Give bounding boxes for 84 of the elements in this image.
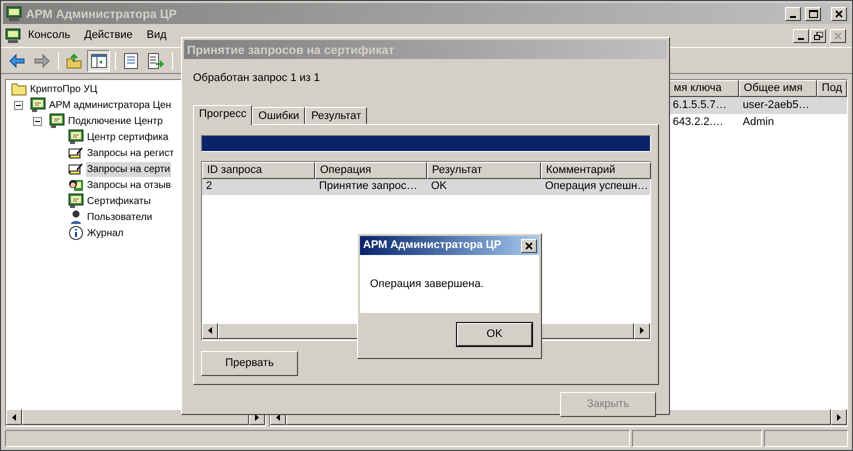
left-arrow-icon xyxy=(208,327,212,334)
column-header[interactable]: ID запроса xyxy=(202,162,315,178)
certificate-icon xyxy=(68,193,84,209)
tree-item[interactable]: Центр сертифика xyxy=(86,130,170,144)
scroll-left-button[interactable] xyxy=(202,322,218,338)
close-button[interactable] xyxy=(830,28,846,42)
table-row[interactable]: 2 Принятие запрос… OK Операция успешн… xyxy=(202,178,650,194)
minimize-icon xyxy=(790,16,796,18)
scroll-right-button[interactable] xyxy=(634,322,650,338)
console-tree-icon xyxy=(90,54,106,68)
toolbar-button[interactable] xyxy=(87,50,110,72)
maximize-button[interactable] xyxy=(805,6,821,20)
app-icon xyxy=(5,28,21,44)
table-cell-text: Операция успешн… xyxy=(544,179,650,194)
list-cell-text: Admin xyxy=(742,115,775,130)
close-icon xyxy=(834,32,842,40)
forward-arrow-icon xyxy=(34,54,50,68)
close-button[interactable] xyxy=(521,238,537,252)
left-arrow-icon xyxy=(276,414,280,420)
table-cell-text: 2 xyxy=(205,179,214,194)
properties-icon xyxy=(124,52,138,68)
tree-item[interactable]: КриптоПро УЦ xyxy=(29,82,98,96)
close-icon xyxy=(525,242,533,250)
tree-item[interactable]: Запросы на серти xyxy=(86,162,172,176)
table-cell-text: Принятие запрос… xyxy=(318,179,418,194)
info-icon xyxy=(68,225,84,241)
table-cell-text: OK xyxy=(430,179,448,194)
scroll-right-button[interactable] xyxy=(831,409,847,425)
abort-button[interactable]: Прервать xyxy=(201,350,298,376)
list-cell-text: user-2aeb5… xyxy=(742,98,810,114)
column-header[interactable]: мя ключа xyxy=(668,80,739,97)
folder-icon xyxy=(11,82,27,96)
person-certificate-icon xyxy=(68,177,84,193)
restore-button[interactable] xyxy=(810,28,826,42)
tree-item[interactable]: Сертификаты xyxy=(86,194,152,208)
tree-item[interactable]: АРМ администратора Цен xyxy=(48,98,172,112)
right-arrow-icon xyxy=(254,414,259,420)
minimize-button[interactable] xyxy=(785,6,801,20)
tree-item[interactable]: Запросы на отзыв xyxy=(86,178,172,192)
restore-icon xyxy=(814,32,822,40)
maximize-icon xyxy=(808,10,818,18)
column-header[interactable]: Результат xyxy=(427,162,541,178)
certificate-icon xyxy=(30,97,46,113)
menu-item[interactable]: Вид xyxy=(140,27,174,44)
right-arrow-icon xyxy=(837,414,841,420)
menu-item[interactable]: Действие xyxy=(77,27,140,44)
tree-item[interactable]: Журнал xyxy=(86,226,124,240)
left-arrow-icon xyxy=(12,414,16,420)
collapse-icon[interactable] xyxy=(14,100,23,110)
list-cell-text: 6.1.5.5.7… xyxy=(672,98,728,114)
close-button[interactable] xyxy=(831,6,847,20)
column-header[interactable]: Операция xyxy=(315,162,427,178)
tab[interactable]: Ошибки xyxy=(252,106,306,124)
folder-up-icon xyxy=(66,52,82,68)
list-cell-text: 643.2.2.… xyxy=(672,115,725,130)
message-text: Операция завершена. xyxy=(370,276,484,292)
column-header[interactable]: Комментарий xyxy=(541,162,651,178)
window-title: АРМ Администратора ЦР xyxy=(26,6,177,22)
message-box-title: АРМ Администратора ЦР xyxy=(363,238,502,254)
status-text: Обработан запрос 1 из 1 xyxy=(193,71,321,86)
collapse-icon[interactable] xyxy=(33,116,42,126)
tab[interactable]: Прогресс xyxy=(193,104,252,124)
user-icon xyxy=(68,209,84,225)
export-list-icon xyxy=(148,52,164,68)
column-header[interactable]: Под xyxy=(816,80,847,97)
scroll-left-button[interactable] xyxy=(6,409,22,425)
tab[interactable]: Результат xyxy=(305,106,368,124)
tree-item[interactable]: Пользователи xyxy=(86,210,154,224)
certificate-icon xyxy=(68,129,84,145)
certificate-icon xyxy=(49,113,65,129)
minimize-button[interactable] xyxy=(793,28,809,42)
tree-item[interactable]: Подключение Центр xyxy=(67,114,164,128)
request-icon xyxy=(68,145,84,161)
ok-button[interactable]: OK xyxy=(457,323,532,346)
app-icon xyxy=(6,6,22,22)
request-icon xyxy=(68,161,84,177)
back-arrow-icon xyxy=(8,54,24,68)
column-header[interactable]: Общее имя xyxy=(738,80,817,97)
close-icon xyxy=(835,10,843,18)
dialog-title: Принятие запросов на сертификат xyxy=(187,42,394,58)
minimize-icon xyxy=(798,38,804,40)
right-arrow-icon xyxy=(640,327,644,334)
menu-item[interactable]: Консоль xyxy=(21,27,78,44)
tree-item[interactable]: Запросы на регист xyxy=(86,146,175,160)
